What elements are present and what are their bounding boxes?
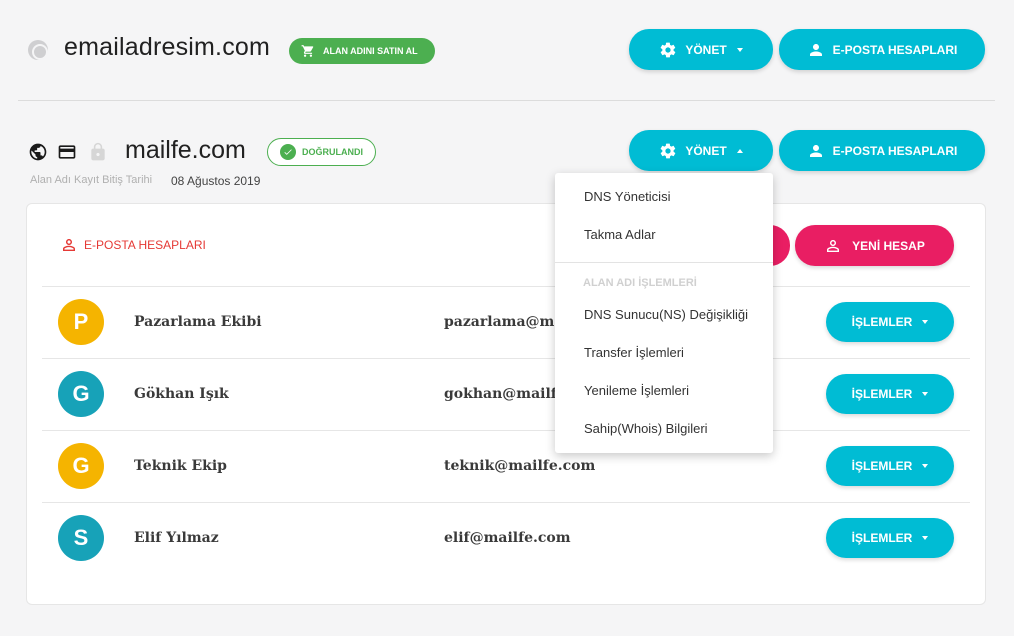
person-icon bbox=[809, 144, 822, 157]
gear-icon bbox=[660, 143, 676, 158]
verified-label: DOĞRULANDI bbox=[302, 147, 363, 157]
operations-button[interactable]: İŞLEMLER bbox=[826, 374, 954, 414]
caret-down-icon bbox=[922, 536, 929, 540]
email-accounts-button[interactable]: E-POSTA HESAPLARI bbox=[779, 130, 985, 171]
person-outline-icon bbox=[827, 239, 840, 252]
row-divider bbox=[42, 358, 970, 359]
caret-down-icon bbox=[922, 464, 929, 468]
caret-down-icon bbox=[922, 392, 929, 396]
email-accounts-label: E-POSTA HESAPLARI bbox=[832, 42, 958, 57]
manage-button[interactable]: YÖNET bbox=[629, 29, 773, 70]
globe-icon bbox=[29, 143, 47, 161]
account-name: Gökhan Işık bbox=[134, 386, 229, 402]
credit-card-icon bbox=[58, 145, 76, 159]
domain-title: emailadresim.com bbox=[64, 33, 271, 61]
caret-up-icon bbox=[736, 148, 743, 153]
caret-down-icon bbox=[922, 320, 929, 324]
gear-icon bbox=[660, 42, 676, 57]
expiry-label: Alan Adı Kayıt Bitiş Tarihi bbox=[30, 174, 153, 186]
domain-title: mailfe.com bbox=[125, 136, 246, 164]
account-name: Teknik Ekip bbox=[134, 458, 227, 474]
person-icon bbox=[809, 43, 822, 56]
menu-section-header: ALAN ADI İŞLEMLERİ bbox=[583, 277, 697, 289]
email-accounts-button[interactable]: E-POSTA HESAPLARI bbox=[779, 29, 985, 70]
buy-domain-badge[interactable]: ALAN ADINI SATIN AL bbox=[289, 38, 435, 64]
operations-label: İŞLEMLER bbox=[851, 531, 913, 545]
manage-label: YÖNET bbox=[685, 143, 727, 158]
row-divider bbox=[42, 430, 970, 431]
menu-item-ns-change[interactable]: DNS Sunucu(NS) Değişikliği bbox=[584, 307, 748, 322]
person-outline-icon bbox=[63, 239, 75, 251]
operations-label: İŞLEMLER bbox=[851, 387, 913, 401]
manage-label: YÖNET bbox=[685, 42, 727, 57]
cart-icon bbox=[301, 45, 314, 57]
verified-badge: DOĞRULANDI bbox=[267, 138, 376, 166]
buy-domain-label: ALAN ADINI SATIN AL bbox=[323, 46, 418, 56]
divider bbox=[18, 100, 995, 101]
avatar: G bbox=[58, 443, 104, 489]
card-title: E-POSTA HESAPLARI bbox=[60, 236, 206, 254]
new-account-label: YENİ HESAP bbox=[852, 238, 925, 253]
menu-item-renewal[interactable]: Yenileme İşlemleri bbox=[584, 383, 689, 398]
avatar: P bbox=[58, 299, 104, 345]
email-accounts-label: E-POSTA HESAPLARI bbox=[832, 143, 958, 158]
operations-button[interactable]: İŞLEMLER bbox=[826, 446, 954, 486]
account-name: Elif Yılmaz bbox=[134, 530, 219, 546]
lock-icon bbox=[91, 142, 105, 161]
menu-item-whois[interactable]: Sahip(Whois) Bilgileri bbox=[584, 421, 708, 436]
avatar: G bbox=[58, 371, 104, 417]
new-account-button[interactable]: YENİ HESAP bbox=[795, 225, 954, 266]
globe-icon bbox=[28, 40, 48, 60]
account-name: Pazarlama Ekibi bbox=[134, 314, 262, 330]
manage-dropdown-menu: DNS Yöneticisi Takma Adlar ALAN ADI İŞLE… bbox=[555, 173, 773, 453]
avatar: S bbox=[58, 515, 104, 561]
check-circle-icon bbox=[280, 144, 296, 160]
account-email: teknik@mailfe.com bbox=[444, 458, 596, 474]
operations-label: İŞLEMLER bbox=[851, 315, 913, 329]
operations-button[interactable]: İŞLEMLER bbox=[826, 518, 954, 558]
account-email: elif@mailfe.com bbox=[444, 530, 571, 546]
menu-item-transfer[interactable]: Transfer İşlemleri bbox=[584, 345, 684, 360]
menu-item-dns-manager[interactable]: DNS Yöneticisi bbox=[584, 189, 670, 204]
caret-down-icon bbox=[736, 47, 743, 52]
operations-button[interactable]: İŞLEMLER bbox=[826, 302, 954, 342]
card-title-label: E-POSTA HESAPLARI bbox=[84, 238, 206, 252]
row-divider bbox=[42, 286, 970, 287]
row-divider bbox=[42, 502, 970, 503]
menu-item-aliases[interactable]: Takma Adlar bbox=[584, 227, 656, 242]
operations-label: İŞLEMLER bbox=[851, 459, 913, 473]
manage-button[interactable]: YÖNET bbox=[629, 130, 773, 171]
expiry-date: 08 Ağustos 2019 bbox=[171, 174, 261, 188]
menu-divider bbox=[555, 262, 773, 263]
